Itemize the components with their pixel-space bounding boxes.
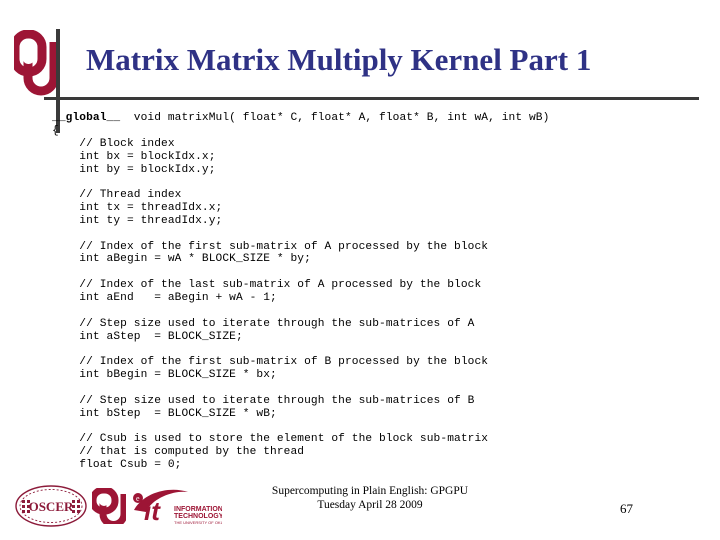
code-line: int bx = blockIdx.x; — [52, 150, 216, 163]
code-block: __global__ void matrixMul( float* C, flo… — [52, 112, 712, 472]
code-line: // Index of the first sub-matrix of B pr… — [52, 356, 489, 369]
code-line: int aBegin = wA * BLOCK_SIZE * by; — [52, 253, 311, 266]
ou-interlocking-logo-icon — [10, 29, 59, 98]
svg-text:OSCER: OSCER — [29, 499, 74, 514]
code-keyword: __global__ — [52, 112, 121, 125]
footer-line-1: Supercomputing in Plain English: GPGPU — [271, 485, 469, 497]
code-line: { — [52, 125, 59, 138]
code-line: int aEnd = aBegin + wA - 1; — [52, 292, 277, 304]
slide-canvas: Matrix Matrix Multiply Kernel Part 1 __g… — [0, 0, 720, 540]
footer-line-2: Tuesday April 28 2009 — [317, 499, 423, 511]
footer-text: Supercomputing in Plain English: GPGPU T… — [160, 484, 580, 512]
code-line: // that is computed by the thread — [52, 446, 305, 459]
svg-text:it: it — [144, 496, 161, 526]
svg-text:e: e — [136, 494, 140, 503]
code-line: // Index of the first sub-matrix of A pr… — [52, 240, 489, 253]
header-horizontal-rule — [44, 97, 699, 100]
code-line: int by = blockIdx.y; — [52, 163, 216, 176]
ou-logo-icon — [89, 486, 128, 528]
code-line: int bStep = BLOCK_SIZE * wB; — [52, 407, 277, 420]
page-title: Matrix Matrix Multiply Kernel Part 1 — [86, 42, 592, 77]
svg-text:THE UNIVERSITY OF OKLAHOMA: THE UNIVERSITY OF OKLAHOMA — [174, 520, 222, 525]
code-line: // Thread index — [52, 189, 182, 202]
code-line: __global__ void matrixMul( float* C, flo… — [52, 112, 550, 125]
code-line: float Csub = 0; — [52, 458, 182, 471]
code-line: // Block index — [52, 137, 175, 150]
code-line: // Index of the last sub-matrix of A pro… — [52, 279, 482, 292]
page-number: 67 — [620, 501, 633, 516]
code-line: // Step size used to iterate through the… — [52, 317, 475, 330]
oscer-logo-icon: OSCER — [14, 484, 88, 528]
code-line: // Step size used to iterate through the… — [52, 394, 475, 407]
code-line: int ty = threadIdx.y; — [52, 214, 223, 227]
code-line: // Csub is used to store the element of … — [52, 433, 489, 446]
code-line: int bBegin = BLOCK_SIZE * bx; — [52, 369, 277, 382]
code-line: int aStep = BLOCK_SIZE; — [52, 330, 243, 343]
svg-text:TECHNOLOGY: TECHNOLOGY — [174, 513, 222, 520]
code-line: int tx = threadIdx.x; — [52, 202, 223, 215]
